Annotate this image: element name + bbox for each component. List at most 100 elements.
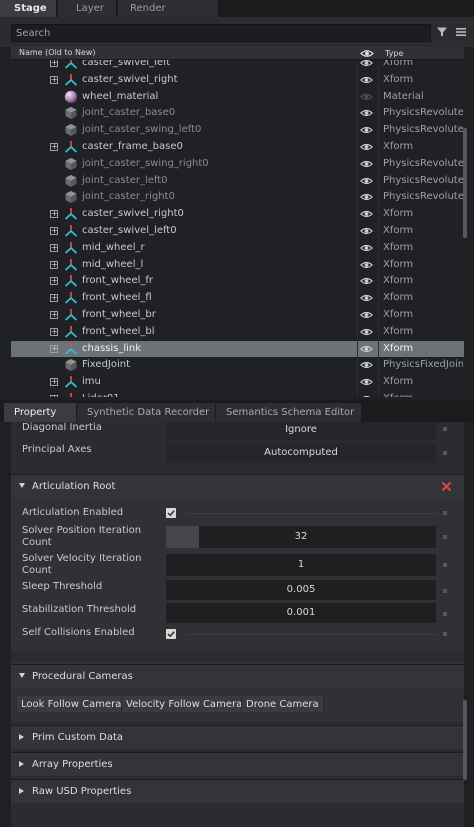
visibility-eye-icon[interactable] — [360, 92, 373, 102]
tree-row[interactable]: + front_wheel_fr Xform — [11, 273, 464, 290]
reset-indicator[interactable] — [443, 427, 447, 431]
filter-icon[interactable] — [436, 26, 448, 38]
tab-semantics-schema-editor[interactable]: Semantics Schema Editor — [216, 403, 361, 422]
tree-row[interactable]: + caster_swivel_right0 Xform — [11, 206, 464, 223]
prim-name: joint_caster_swing_right0 — [82, 157, 209, 169]
tree-row[interactable]: + front_wheel_br Xform — [11, 307, 464, 324]
prim-type: Material — [383, 90, 424, 102]
articulation-root-header[interactable]: Articulation Root — [11, 474, 464, 498]
tree-scrollbar[interactable] — [463, 128, 467, 238]
velocity-follow-camera-button[interactable]: Velocity Follow Camera — [121, 695, 248, 713]
self-collisions-checkbox[interactable] — [166, 629, 176, 639]
reset-indicator[interactable] — [443, 451, 447, 455]
collapse-arrow-icon — [19, 673, 25, 678]
visibility-eye-icon[interactable] — [360, 243, 373, 253]
tree-row[interactable]: wheel_material Material — [11, 89, 464, 106]
visibility-eye-icon[interactable] — [360, 226, 373, 236]
array-properties-header[interactable]: Array Properties — [11, 752, 464, 776]
visibility-eye-icon[interactable] — [360, 260, 373, 270]
expand-toggle-icon[interactable]: + — [50, 243, 58, 252]
expand-arrow-icon — [19, 761, 24, 767]
visibility-eye-icon[interactable] — [360, 293, 373, 303]
principal-axes-dropdown[interactable]: Autocomputed — [166, 443, 436, 463]
joint-cube-icon — [65, 191, 77, 204]
expand-toggle-icon[interactable]: + — [50, 142, 58, 151]
tree-row[interactable]: + mid_wheel_l Xform — [11, 257, 464, 274]
tab-render-settings[interactable]: Render Settings — [118, 0, 218, 31]
tree-row[interactable]: + chassis_link Xform — [11, 340, 464, 358]
procedural-cameras-header[interactable]: Procedural Cameras — [11, 664, 464, 688]
expand-toggle-icon[interactable]: + — [50, 75, 58, 84]
tree-row[interactable]: joint_caster_swing_right0 PhysicsRevolute — [11, 156, 464, 173]
visibility-eye-icon[interactable] — [360, 176, 373, 186]
search-input[interactable] — [11, 24, 431, 42]
tree-row[interactable]: + caster_swivel_left0 Xform — [11, 223, 464, 240]
tree-row[interactable]: joint_caster_swing_left0 PhysicsRevolute — [11, 122, 464, 139]
visibility-eye-icon[interactable] — [360, 344, 373, 354]
visibility-eye-icon[interactable] — [360, 394, 373, 397]
reset-indicator[interactable] — [443, 535, 447, 539]
tree-row[interactable]: + caster_frame_base0 Xform — [11, 139, 464, 156]
tab-layer[interactable]: Layer — [58, 0, 116, 17]
visibility-eye-icon[interactable] — [360, 75, 373, 85]
visibility-header-eye-icon[interactable] — [360, 48, 374, 59]
solver-velocity-field[interactable]: 1 — [166, 554, 436, 576]
reset-indicator[interactable] — [443, 589, 447, 593]
column-header-name[interactable]: Name (Old to New) — [19, 48, 96, 57]
reset-indicator[interactable] — [443, 612, 447, 616]
xform-icon — [64, 208, 78, 220]
tree-row[interactable]: FixedJoint PhysicsFixedJoint — [11, 357, 464, 374]
stabilization-threshold-field[interactable]: 0.001 — [166, 603, 436, 623]
hamburger-menu-icon[interactable] — [455, 26, 467, 38]
expand-toggle-icon[interactable]: + — [50, 378, 58, 387]
tree-row[interactable]: + front_wheel_fl Xform — [11, 290, 464, 307]
tree-row[interactable]: + front_wheel_bl Xform — [11, 324, 464, 341]
raw-usd-properties-header[interactable]: Raw USD Properties — [11, 779, 464, 803]
visibility-eye-icon[interactable] — [360, 377, 373, 387]
property-scrollbar[interactable] — [463, 700, 467, 780]
visibility-eye-icon[interactable] — [360, 125, 373, 135]
tree-row[interactable]: joint_caster_base0 PhysicsRevolute — [11, 105, 464, 122]
reset-indicator[interactable] — [443, 563, 447, 567]
collapse-arrow-icon — [19, 483, 25, 488]
visibility-eye-icon[interactable] — [360, 276, 373, 286]
look-follow-camera-button[interactable]: Look Follow Camera — [16, 695, 127, 713]
solver-position-slider[interactable]: 32 — [166, 526, 436, 548]
expand-toggle-icon[interactable]: + — [50, 310, 58, 319]
sleep-threshold-field[interactable]: 0.005 — [166, 580, 436, 600]
column-header-type[interactable]: Type — [385, 49, 403, 58]
diagonal-inertia-dropdown[interactable]: Ignore — [166, 422, 436, 440]
tab-stage[interactable]: Stage — [0, 0, 56, 17]
visibility-eye-icon[interactable] — [360, 192, 373, 202]
tree-row[interactable]: joint_caster_left0 PhysicsRevolute — [11, 173, 464, 190]
visibility-eye-icon[interactable] — [360, 159, 373, 169]
tree-row[interactable]: + caster_swivel_right Xform — [11, 72, 464, 89]
expand-toggle-icon[interactable]: + — [50, 59, 58, 67]
expand-toggle-icon[interactable]: + — [50, 210, 58, 219]
expand-toggle-icon[interactable]: + — [50, 344, 58, 353]
reset-indicator[interactable] — [443, 632, 447, 636]
prim-custom-data-header[interactable]: Prim Custom Data — [11, 725, 464, 749]
expand-toggle-icon[interactable]: + — [50, 327, 58, 336]
expand-toggle-icon[interactable]: + — [50, 394, 58, 397]
tree-row[interactable]: + imu Xform — [11, 374, 464, 391]
visibility-eye-icon[interactable] — [360, 360, 373, 370]
remove-component-x-icon[interactable] — [441, 481, 452, 492]
expand-toggle-icon[interactable]: + — [50, 226, 58, 235]
articulation-enabled-checkbox[interactable] — [166, 508, 176, 518]
drone-camera-button[interactable]: Drone Camera — [241, 695, 324, 713]
visibility-eye-icon[interactable] — [360, 142, 373, 152]
tree-row[interactable]: + mid_wheel_r Xform — [11, 240, 464, 257]
expand-toggle-icon[interactable]: + — [50, 277, 58, 286]
tree-row[interactable]: + Lidar01 Xform — [11, 391, 464, 397]
tree-row[interactable]: joint_caster_right0 PhysicsRevolute — [11, 189, 464, 206]
tab-synthetic-data-recorder[interactable]: Synthetic Data Recorder — [77, 403, 215, 422]
expand-toggle-icon[interactable]: + — [50, 294, 58, 303]
visibility-eye-icon[interactable] — [360, 327, 373, 337]
tab-property[interactable]: Property — [4, 403, 76, 422]
visibility-eye-icon[interactable] — [360, 209, 373, 219]
reset-indicator[interactable] — [443, 511, 447, 515]
expand-toggle-icon[interactable]: + — [50, 260, 58, 269]
visibility-eye-icon[interactable] — [360, 108, 373, 118]
visibility-eye-icon[interactable] — [360, 310, 373, 320]
